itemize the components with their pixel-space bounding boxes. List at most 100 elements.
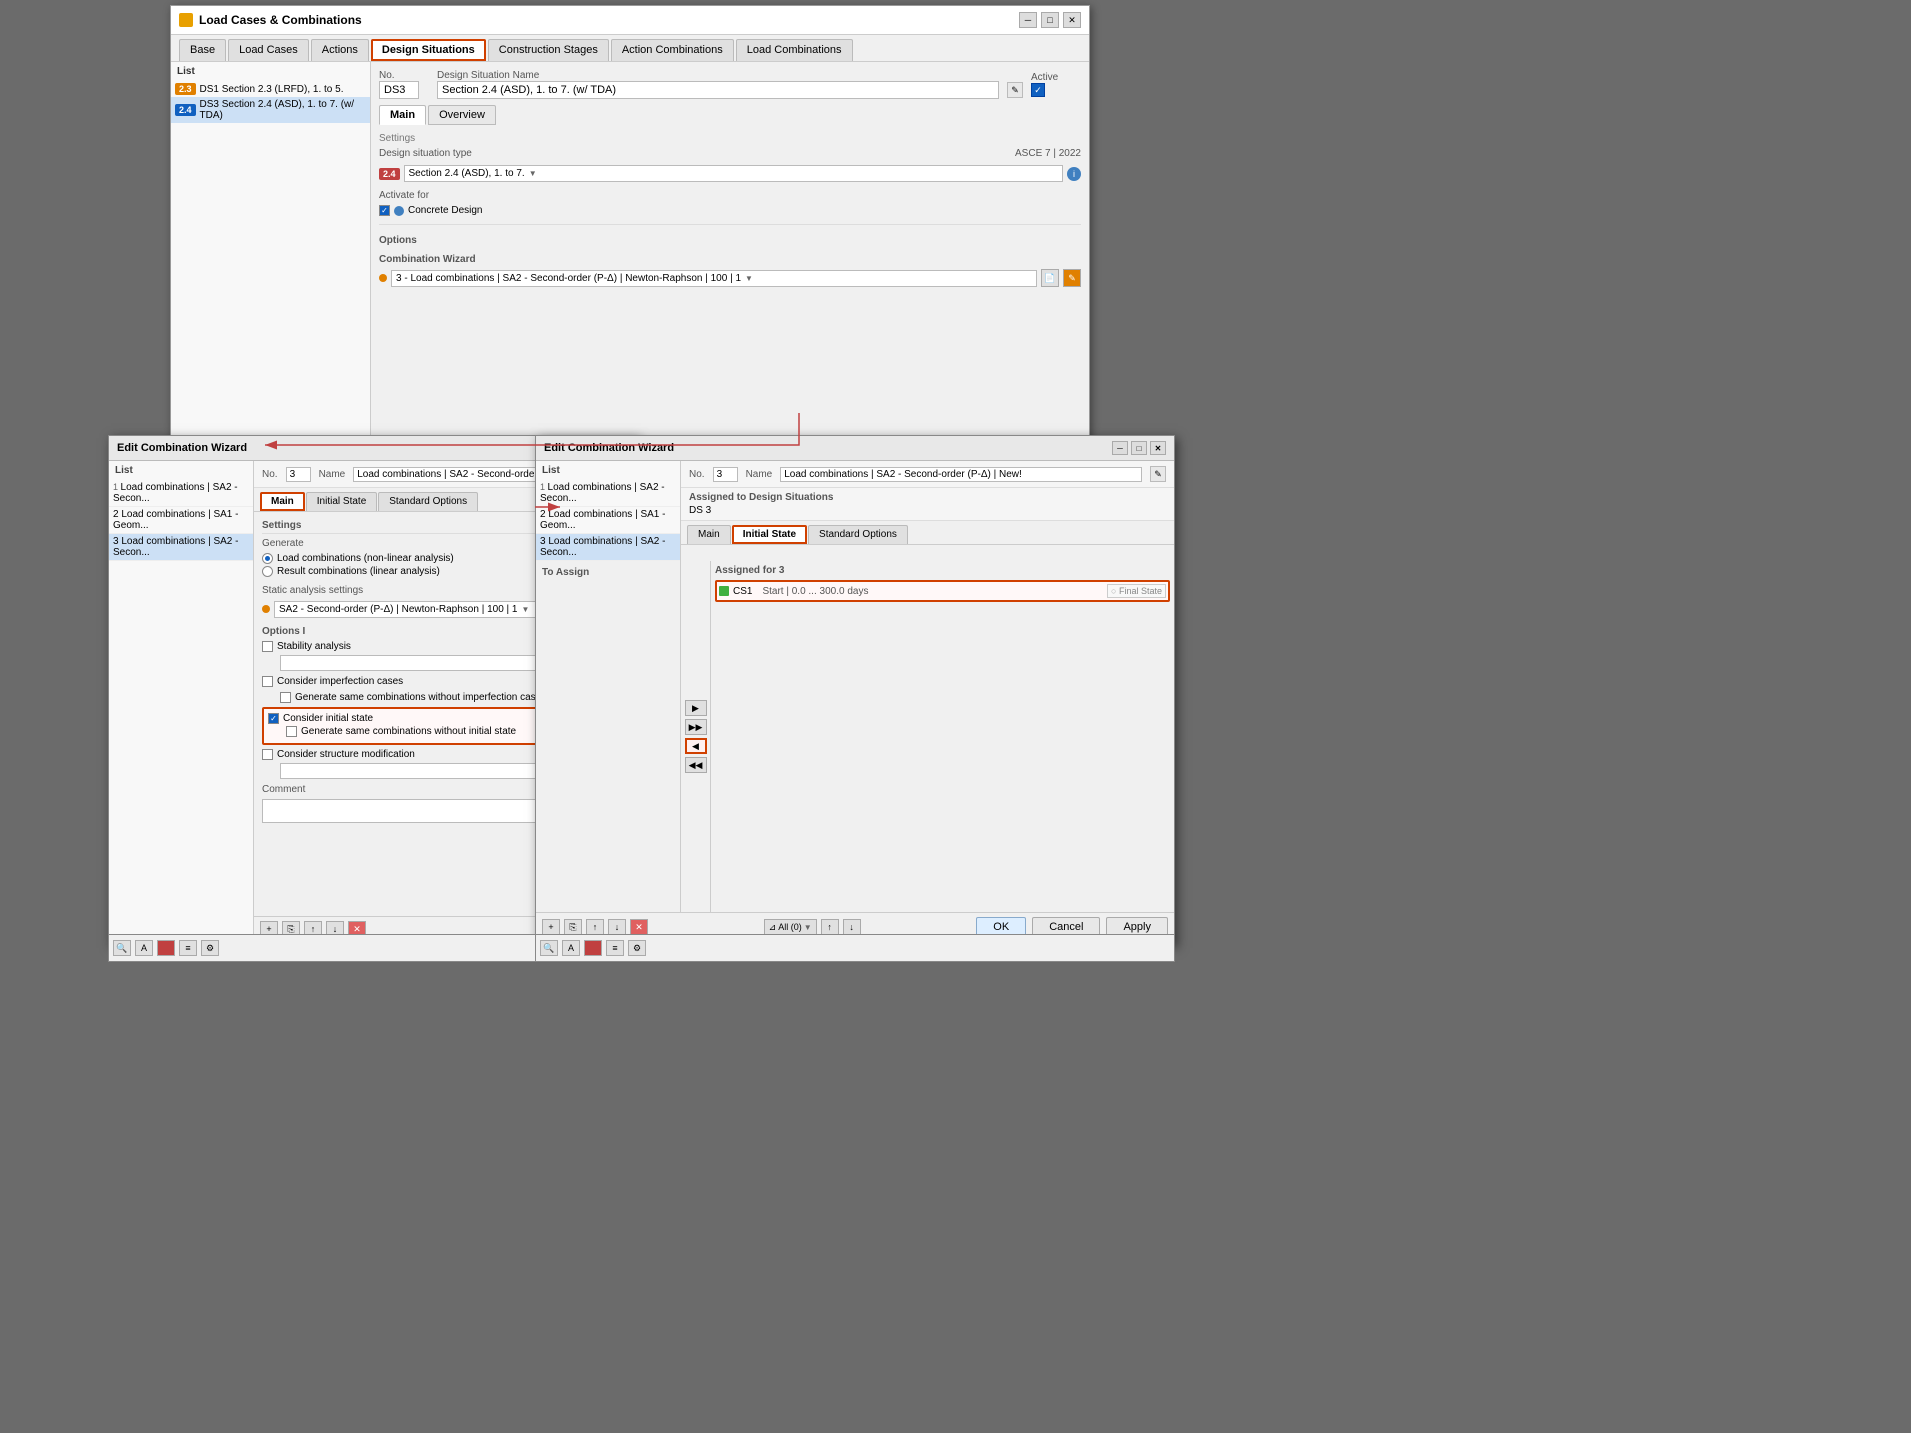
ecw1-structure-mod-cb[interactable] xyxy=(262,749,273,760)
ecw1-bt-btn4[interactable]: ≡ xyxy=(179,940,197,956)
ecw2-name-val: Load combinations | SA2 - Second-order (… xyxy=(780,467,1142,482)
combo-new-button[interactable]: 📄 xyxy=(1041,269,1059,287)
type-select-row: 2.4 Section 2.4 (ASD), 1. to 7. ▼ i xyxy=(379,165,1081,182)
ecw2-delete-button[interactable]: ✕ xyxy=(630,919,648,935)
ecw1-bt-btn1[interactable]: 🔍 xyxy=(113,940,131,956)
ecw1-bt-btn5[interactable]: ⚙ xyxy=(201,940,219,956)
active-label: Active xyxy=(1031,72,1081,83)
badge-ds1: 2.3 xyxy=(175,83,196,95)
ecw2-toassign-label: To Assign xyxy=(542,567,674,578)
ecw1-tab-standard-options[interactable]: Standard Options xyxy=(378,492,478,511)
ecw2-arrow-right-all[interactable]: ▶▶ xyxy=(685,719,707,735)
tab-load-cases[interactable]: Load Cases xyxy=(228,39,309,61)
minimize-button[interactable]: ─ xyxy=(1019,12,1037,28)
ecw1-static-value: SA2 - Second-order (P-Δ) | Newton-Raphso… xyxy=(279,604,517,615)
ecw2-list-label: List xyxy=(536,461,680,480)
ecw1-radio-nonlinear[interactable] xyxy=(262,553,273,564)
ecw1-tab-main[interactable]: Main xyxy=(260,492,305,511)
ecw2-arrows: ▶ ▶▶ ◀ ◀◀ xyxy=(681,561,711,912)
ecw2-footer-left: + ⎘ ↑ ↓ ✕ xyxy=(542,919,648,935)
ecw2-bottom-toolbar: 🔍 A ≡ ⚙ xyxy=(535,934,1175,962)
ecw1-name-label: Name xyxy=(319,469,346,480)
ecw2-maximize[interactable]: □ xyxy=(1131,441,1147,455)
ecw2-footer-btn2[interactable]: ↓ xyxy=(843,919,861,935)
ecw1-item-3[interactable]: 3 Load combinations | SA2 - Secon... xyxy=(109,534,253,561)
ecw2-sort-down-button[interactable]: ↓ xyxy=(608,919,626,935)
ecw1-initial-state-cb[interactable] xyxy=(268,713,279,724)
ecw1-imperfection-cb[interactable] xyxy=(262,676,273,687)
ecw1-item-2[interactable]: 2 Load combinations | SA1 - Geom... xyxy=(109,507,253,534)
type-select-arrow: ▼ xyxy=(529,169,537,178)
type-select[interactable]: Section 2.4 (ASD), 1. to 7. ▼ xyxy=(404,165,1063,182)
ecw2-bt-btn4[interactable]: ≡ xyxy=(606,940,624,956)
ecw2-arrow-right[interactable]: ▶ xyxy=(685,700,707,716)
ecw1-item-1[interactable]: 1 Load combinations | SA2 - Secon... xyxy=(109,480,253,507)
ecw2-assigned-panel: Assigned for 3 CS1 Start | 0.0 ... 300.0… xyxy=(711,561,1174,912)
ecw1-imperfection-gen-label: Generate same combinations without imper… xyxy=(295,692,541,703)
ecw2-footer-right: ⊿ All (0) ▼ ↑ ↓ xyxy=(764,919,861,936)
ecw2-tab-initial-state[interactable]: Initial State xyxy=(732,525,807,544)
sub-tab-main[interactable]: Main xyxy=(379,105,426,125)
ecw1-stability-cb[interactable] xyxy=(262,641,273,652)
list-item-ds3[interactable]: 2.4 DS3 Section 2.4 (ASD), 1. to 7. (w/ … xyxy=(171,97,370,123)
close-button[interactable]: ✕ xyxy=(1063,12,1081,28)
active-checkbox[interactable]: ✓ xyxy=(1031,83,1045,97)
ecw2-copy-button[interactable]: ⎘ xyxy=(564,919,582,935)
ecw2-right-upper: No. 3 Name Load combinations | SA2 - Sec… xyxy=(681,461,1174,561)
ecw2-item-3[interactable]: 3 Load combinations | SA2 - Secon... xyxy=(536,534,680,561)
ecw2-add-button[interactable]: + xyxy=(542,919,560,935)
list-item-ds1[interactable]: 2.3 DS1 Section 2.3 (LRFD), 1. to 5. xyxy=(171,81,370,97)
list-label: List xyxy=(171,62,370,81)
sub-tab-overview[interactable]: Overview xyxy=(428,105,496,125)
options-section: Options Combination Wizard 3 - Load comb… xyxy=(379,235,1081,287)
ecw2-list: List 1 Load combinations | SA2 - Secon..… xyxy=(536,461,681,561)
ecw2-bt-btn5[interactable]: ⚙ xyxy=(628,940,646,956)
activate-concrete-checkbox[interactable] xyxy=(379,205,390,216)
ecw2-assigned-section: Assigned to Design Situations DS 3 xyxy=(681,488,1174,521)
ecw1-initial-gen-cb[interactable] xyxy=(286,726,297,737)
cs1-name: CS1 xyxy=(733,586,752,597)
ecw2-content: List 1 Load combinations | SA2 - Secon..… xyxy=(536,461,1174,941)
ecw2-header: No. 3 Name Load combinations | SA2 - Sec… xyxy=(681,461,1174,488)
ecw2-tab-standard-options[interactable]: Standard Options xyxy=(808,525,908,544)
ecw2-edit-name[interactable]: ✎ xyxy=(1150,466,1166,482)
ecw2-tab-main[interactable]: Main xyxy=(687,525,731,544)
ecw2-footer-btn1[interactable]: ↑ xyxy=(821,919,839,935)
ecw1-bt-btn3[interactable] xyxy=(157,940,175,956)
ecw2-arrow-left[interactable]: ◀ xyxy=(685,738,707,754)
ecw2-bt-btn3[interactable] xyxy=(584,940,602,956)
type-badge: 2.4 xyxy=(379,168,400,180)
ecw1-tab-initial-state[interactable]: Initial State xyxy=(306,492,377,511)
combo-edit-button[interactable]: ✎ xyxy=(1063,269,1081,287)
ecw1-radio-linear[interactable] xyxy=(262,566,273,577)
ecw1-list: List 1 Load combinations | SA2 - Secon..… xyxy=(109,461,254,941)
maximize-button[interactable]: □ xyxy=(1041,12,1059,28)
detail-header-row: No. DS3 Design Situation Name Section 2.… xyxy=(379,70,1081,99)
tab-load-combinations[interactable]: Load Combinations xyxy=(736,39,853,61)
combo-select[interactable]: 3 - Load combinations | SA2 - Second-ord… xyxy=(391,270,1037,287)
tab-base[interactable]: Base xyxy=(179,39,226,61)
ecw2-item-2[interactable]: 2 Load combinations | SA1 - Geom... xyxy=(536,507,680,534)
detail-sub-tabs: Main Overview xyxy=(379,105,1081,125)
no-label: No. xyxy=(379,70,429,81)
ecw1-imperfection-gen-cb[interactable] xyxy=(280,692,291,703)
ecw2-bt-btn1[interactable]: 🔍 xyxy=(540,940,558,956)
tab-design-situations[interactable]: Design Situations xyxy=(371,39,486,61)
ecw2-close[interactable]: ✕ xyxy=(1150,441,1166,455)
ecw1-bt-btn2[interactable]: A xyxy=(135,940,153,956)
ecw1-linear-label: Result combinations (linear analysis) xyxy=(277,566,440,577)
ecw2-item-1[interactable]: 1 Load combinations | SA2 - Secon... xyxy=(536,480,680,507)
tab-construction-stages[interactable]: Construction Stages xyxy=(488,39,609,61)
edit-name-button[interactable]: ✎ xyxy=(1007,82,1023,98)
ecw2-minimize[interactable]: ─ xyxy=(1112,441,1128,455)
ecw2-assigned-item-cs1: CS1 Start | 0.0 ... 300.0 days ○ Final S… xyxy=(715,580,1170,602)
ecw2-bt-btn2[interactable]: A xyxy=(562,940,580,956)
ecw2-titlebar: Edit Combination Wizard ─ □ ✕ xyxy=(536,436,1174,461)
tab-actions[interactable]: Actions xyxy=(311,39,369,61)
ecw2-sort-up-button[interactable]: ↑ xyxy=(586,919,604,935)
ecw2-arrow-left-all[interactable]: ◀◀ xyxy=(685,757,707,773)
ecw2-filter-button[interactable]: ⊿ All (0) ▼ xyxy=(764,919,817,936)
tab-action-combinations[interactable]: Action Combinations xyxy=(611,39,734,61)
main-tab-bar: Base Load Cases Actions Design Situation… xyxy=(171,35,1089,62)
type-info-button[interactable]: i xyxy=(1067,167,1081,181)
